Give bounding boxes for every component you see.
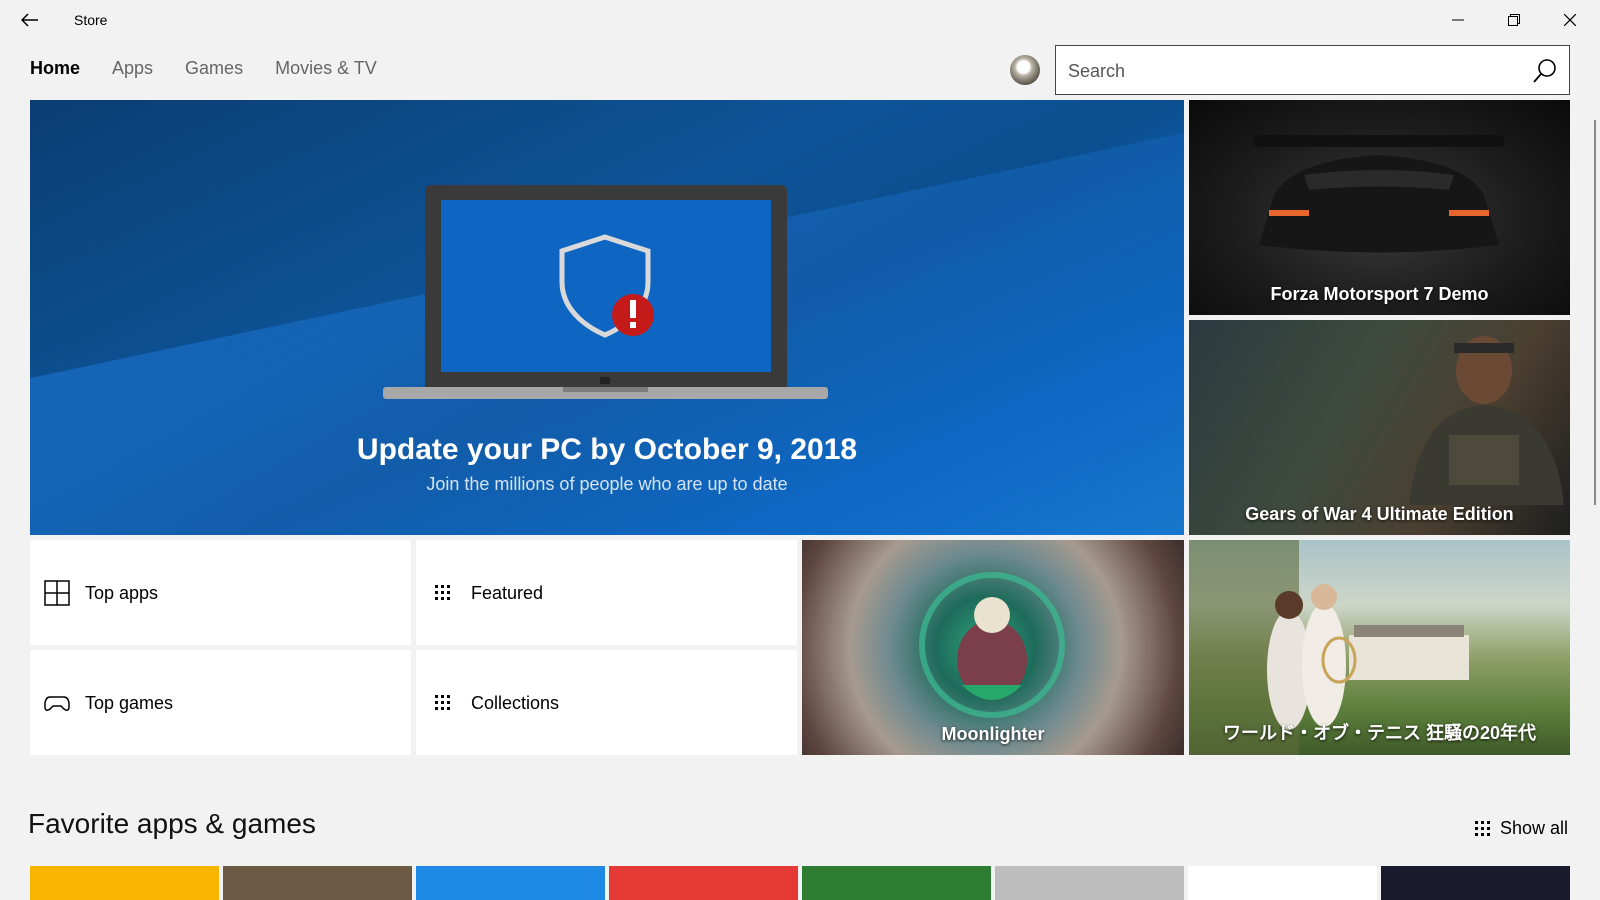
category-label: Top apps xyxy=(85,583,159,603)
app-thumbnail[interactable] xyxy=(30,866,219,900)
nav-apps[interactable]: Apps xyxy=(112,58,153,79)
category-featured[interactable]: Featured xyxy=(416,540,797,645)
back-arrow-icon xyxy=(21,13,38,27)
main-nav: Home Apps Games Movies & TV xyxy=(30,58,377,79)
app-thumbnail[interactable] xyxy=(995,866,1184,900)
tile-moonlighter[interactable]: Moonlighter xyxy=(802,540,1184,755)
show-all-button[interactable]: Show all xyxy=(1474,818,1568,839)
category-top-games[interactable]: Top games xyxy=(30,650,411,755)
title-bar: Store xyxy=(0,0,1600,40)
app-thumbnail[interactable] xyxy=(1188,866,1377,900)
hero-banner[interactable]: Update your PC by October 9, 2018 Join t… xyxy=(30,100,1184,535)
scrollbar[interactable] xyxy=(1594,120,1596,505)
car-illustration xyxy=(1254,135,1504,253)
tile-caption: Gears of War 4 Ultimate Edition xyxy=(1245,504,1514,524)
app-thumbnail[interactable] xyxy=(1381,866,1570,900)
favorites-row xyxy=(30,866,1570,900)
minimize-icon xyxy=(1452,19,1464,21)
search-icon[interactable] xyxy=(1531,57,1559,85)
grid-dots-icon xyxy=(435,695,450,710)
nav-movies-tv[interactable]: Movies & TV xyxy=(275,58,377,79)
window-title: Store xyxy=(74,12,108,28)
laptop-illustration xyxy=(383,185,828,399)
category-label: Collections xyxy=(471,693,560,713)
nav-home[interactable]: Home xyxy=(30,58,80,79)
tile-caption: Moonlighter xyxy=(941,724,1045,744)
app-thumbnail[interactable] xyxy=(609,866,798,900)
soldier-illustration xyxy=(1409,336,1564,505)
gamepad-icon xyxy=(44,696,70,712)
category-top-apps[interactable]: Top apps xyxy=(30,540,411,645)
show-all-label: Show all xyxy=(1500,818,1569,838)
hero-subtitle: Join the millions of people who are up t… xyxy=(426,474,788,494)
tile-caption: Forza Motorsport 7 Demo xyxy=(1270,284,1489,304)
tile-gears-of-war[interactable]: Gears of War 4 Ultimate Edition xyxy=(1189,320,1570,535)
moonlighter-illustration xyxy=(919,572,1065,718)
tile-caption: ワールド・オブ・テニス 狂騒の20年代 xyxy=(1222,723,1537,743)
back-button[interactable] xyxy=(14,6,46,34)
search-input[interactable] xyxy=(1068,58,1508,84)
app-thumbnail[interactable] xyxy=(802,866,991,900)
nav-games[interactable]: Games xyxy=(185,58,243,79)
minimize-button[interactable] xyxy=(1430,0,1486,40)
app-thumbnail[interactable] xyxy=(223,866,412,900)
hero-title: Update your PC by October 9, 2018 xyxy=(356,433,858,466)
tile-world-of-tennis[interactable]: ワールド・オブ・テニス 狂騒の20年代 xyxy=(1189,540,1570,755)
tile-forza-motorsport[interactable]: Forza Motorsport 7 Demo xyxy=(1189,100,1570,315)
category-label: Featured xyxy=(471,583,544,603)
restore-icon xyxy=(1508,14,1520,26)
section-title: Favorite apps & games xyxy=(28,808,316,839)
close-icon xyxy=(1564,14,1576,26)
category-collections[interactable]: Collections xyxy=(416,650,797,755)
restore-button[interactable] xyxy=(1486,0,1542,40)
avatar[interactable] xyxy=(1010,55,1040,85)
category-label: Top games xyxy=(85,693,174,713)
close-button[interactable] xyxy=(1542,0,1598,40)
top-apps-icon xyxy=(44,580,70,606)
search-box xyxy=(1055,45,1570,95)
grid-dots-icon xyxy=(1475,820,1490,836)
app-thumbnail[interactable] xyxy=(416,866,605,900)
grid-dots-icon xyxy=(435,585,450,600)
